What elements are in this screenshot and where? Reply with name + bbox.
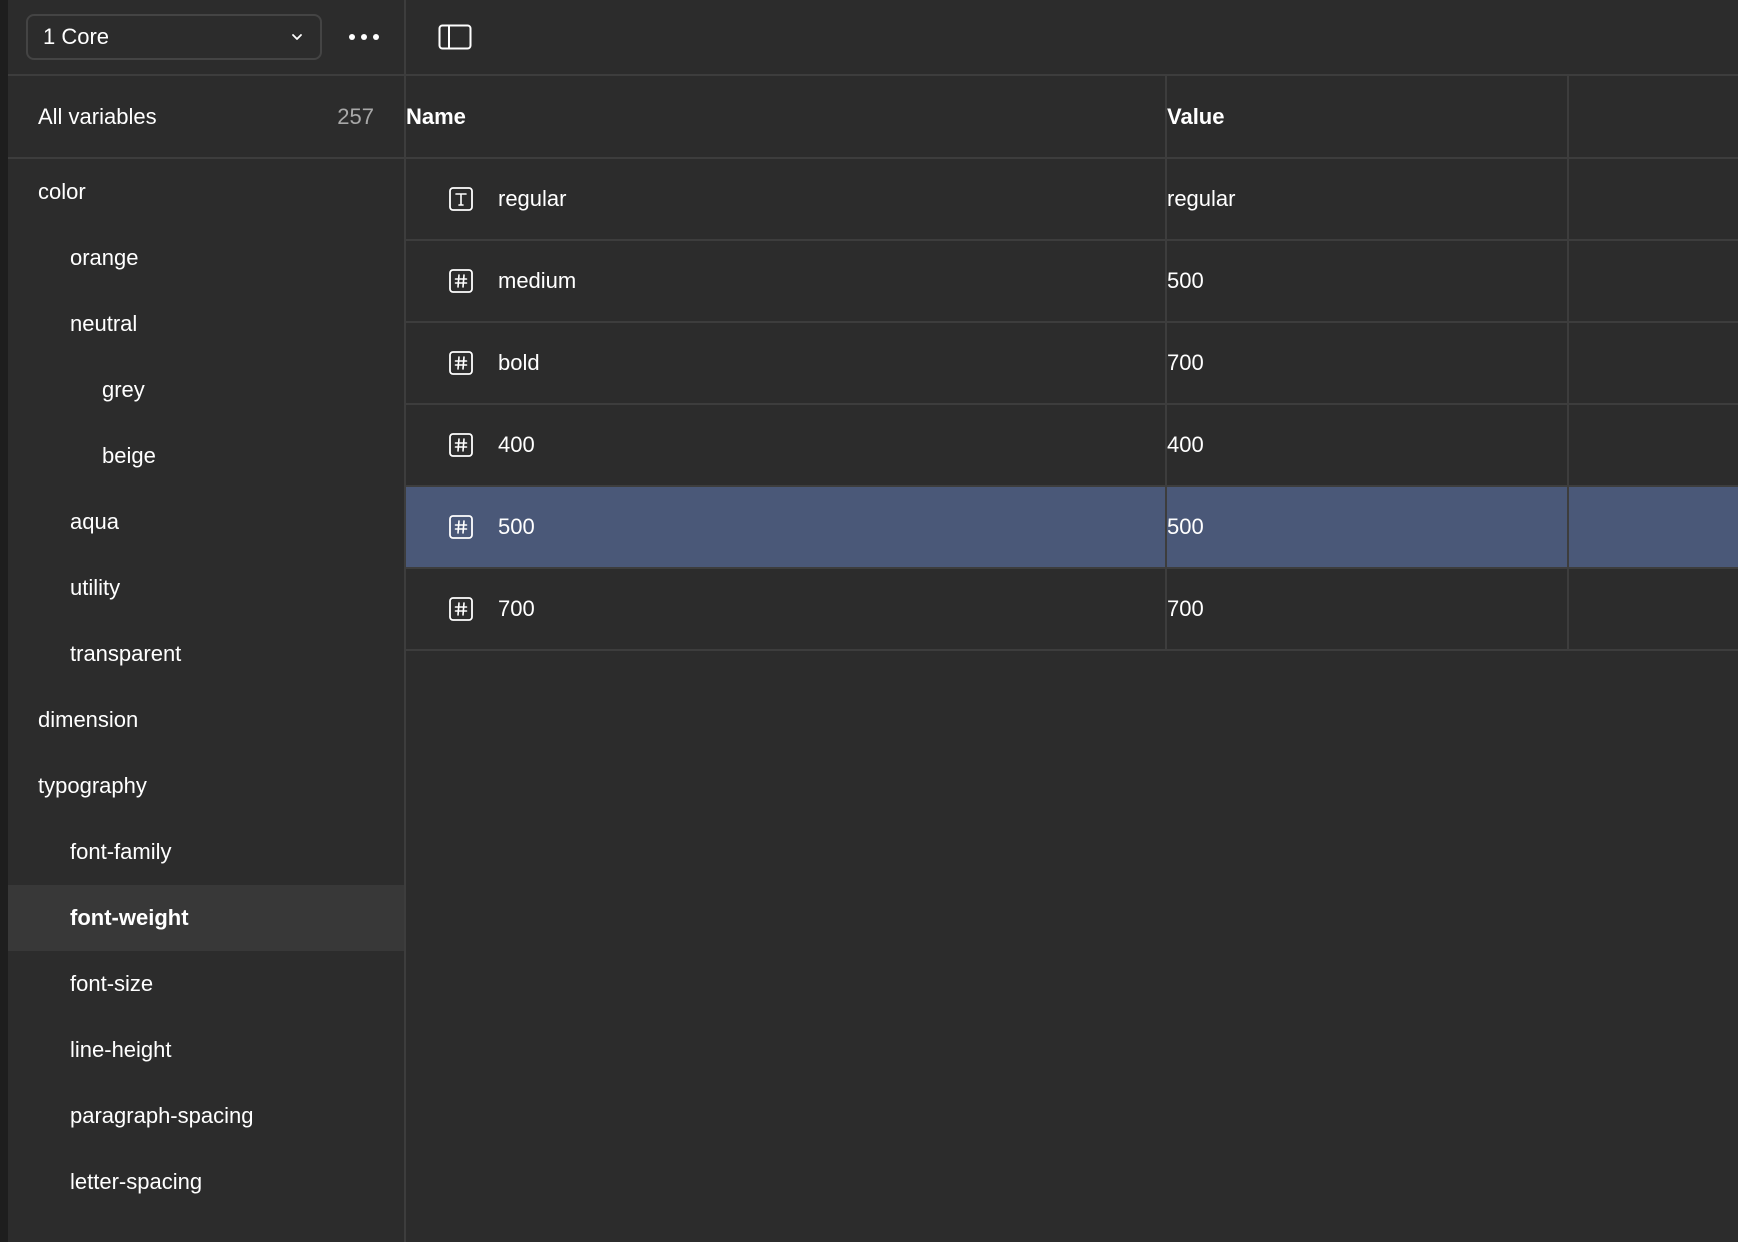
sidebar-group-label: typography (38, 773, 147, 798)
sidebar-group-typography[interactable]: typography (8, 753, 404, 819)
extra-cell (1568, 404, 1738, 487)
ellipsis-icon (349, 34, 379, 40)
variable-name: regular (498, 186, 567, 211)
sidebar-header: 1 Core (8, 0, 404, 76)
value-cell[interactable]: 400 (1166, 404, 1569, 487)
number-type-icon (449, 597, 473, 621)
value-cell[interactable]: regular (1166, 158, 1569, 241)
name-cell-content: 700 (406, 596, 1165, 622)
sidebar: 1 Core All variables 257 color orange neut… (8, 0, 406, 1242)
extra-cell (1568, 486, 1738, 569)
name-cell[interactable]: 700 (406, 568, 1167, 651)
sidebar-group-transparent[interactable]: transparent (8, 621, 404, 687)
sidebar-group-label: utility (70, 575, 121, 600)
value-cell[interactable]: 700 (1166, 568, 1569, 651)
window-edge (0, 0, 8, 1242)
variable-name: 400 (498, 432, 535, 457)
sidebar-group-font-size[interactable]: font-size (8, 951, 404, 1017)
more-options-button[interactable] (342, 15, 386, 59)
sidebar-group-line-height[interactable]: line-height (8, 1017, 404, 1083)
toolbar (406, 0, 1738, 76)
sidebar-group-label: font-weight (70, 905, 189, 930)
extra-cell (1568, 158, 1738, 241)
number-type-icon (449, 433, 473, 457)
collection-select-label: 1 Core (43, 24, 110, 49)
sidebar-group-font-weight[interactable]: font-weight (8, 885, 404, 951)
sidebar-group-aqua[interactable]: aqua (8, 489, 404, 555)
sidebar-group-label: aqua (70, 509, 119, 534)
name-cell-content: regular (406, 186, 1165, 212)
name-cell[interactable]: bold (406, 322, 1167, 405)
sidebar-group-orange[interactable]: orange (8, 225, 404, 291)
text-type-icon (449, 187, 473, 211)
sidebar-group-beige[interactable]: beige (8, 423, 404, 489)
name-cell-content: medium (406, 268, 1165, 294)
value-cell[interactable]: 500 (1166, 486, 1569, 569)
collection-select[interactable]: 1 Core (26, 14, 322, 60)
number-type-icon (449, 351, 473, 375)
name-cell-content: bold (406, 350, 1165, 376)
chevron-down-icon (292, 34, 302, 40)
all-variables-label: All variables (38, 103, 157, 129)
sidebar-group-label: dimension (38, 707, 139, 732)
group-list: color orange neutral grey beige aqua utility tr… (8, 159, 404, 1215)
sidebar-group-color[interactable]: color (8, 159, 404, 225)
extra-cell (1568, 568, 1738, 651)
all-variables-item[interactable]: All variables 257 (8, 76, 404, 159)
name-cell[interactable]: 500 (406, 486, 1167, 569)
sidebar-group-paragraph-spacing[interactable]: paragraph-spacing (8, 1083, 404, 1149)
sidebar-group-label: font-family (70, 839, 172, 864)
variable-name: 500 (498, 514, 535, 539)
toggle-sidebar-button[interactable] (438, 22, 474, 52)
number-type-icon (449, 515, 473, 539)
value-column-header: Value (1166, 76, 1569, 159)
table-row[interactable]: 700 700 (406, 568, 1738, 651)
all-variables-count: 257 (337, 103, 374, 129)
number-type-icon (449, 269, 473, 293)
sidebar-group-label: paragraph-spacing (70, 1103, 254, 1128)
name-cell-content: 400 (406, 432, 1165, 458)
sidebar-group-font-family[interactable]: font-family (8, 819, 404, 885)
name-cell[interactable]: regular (406, 158, 1167, 241)
name-cell[interactable]: 400 (406, 404, 1167, 487)
variable-name: bold (498, 350, 540, 375)
extra-cell (1568, 322, 1738, 405)
table-row[interactable]: 400 400 (406, 404, 1738, 487)
sidebar-group-label: transparent (70, 641, 182, 666)
sidebar-group-label: orange (70, 245, 139, 270)
sidebar-group-label: neutral (70, 311, 138, 336)
extra-cell (1568, 240, 1738, 323)
table-row[interactable]: medium 500 (406, 240, 1738, 323)
sidebar-group-label: font-size (70, 971, 154, 996)
sidebar-group-neutral[interactable]: neutral (8, 291, 404, 357)
name-cell-content: 500 (406, 514, 1165, 540)
sidebar-group-label: beige (102, 443, 156, 468)
table-row[interactable]: bold 700 (406, 322, 1738, 405)
sidebar-group-label: color (38, 179, 86, 204)
sidebar-group-label: letter-spacing (70, 1169, 203, 1194)
sidebar-group-label: grey (102, 377, 145, 402)
value-cell[interactable]: 500 (1166, 240, 1569, 323)
name-column-header: Name (406, 76, 1167, 159)
value-cell[interactable]: 700 (1166, 322, 1569, 405)
sidebar-group-letter-spacing[interactable]: letter-spacing (8, 1149, 404, 1215)
variables-table: Name Value regular regular medium 500 bold 70… (406, 76, 1738, 651)
sidebar-group-label: line-height (70, 1037, 172, 1062)
table-header-row: Name Value (406, 76, 1738, 159)
name-cell[interactable]: medium (406, 240, 1167, 323)
table-row[interactable]: regular regular (406, 158, 1738, 241)
sidebar-group-utility[interactable]: utility (8, 555, 404, 621)
sidebar-panel-icon (438, 24, 472, 50)
main-panel: Name Value regular regular medium 500 bold 70… (406, 0, 1738, 1242)
extra-column-header (1568, 76, 1738, 159)
variable-name: 700 (498, 596, 535, 621)
sidebar-group-grey[interactable]: grey (8, 357, 404, 423)
table-row[interactable]: 500 500 (406, 486, 1738, 569)
variable-name: medium (498, 268, 577, 293)
sidebar-group-dimension[interactable]: dimension (8, 687, 404, 753)
